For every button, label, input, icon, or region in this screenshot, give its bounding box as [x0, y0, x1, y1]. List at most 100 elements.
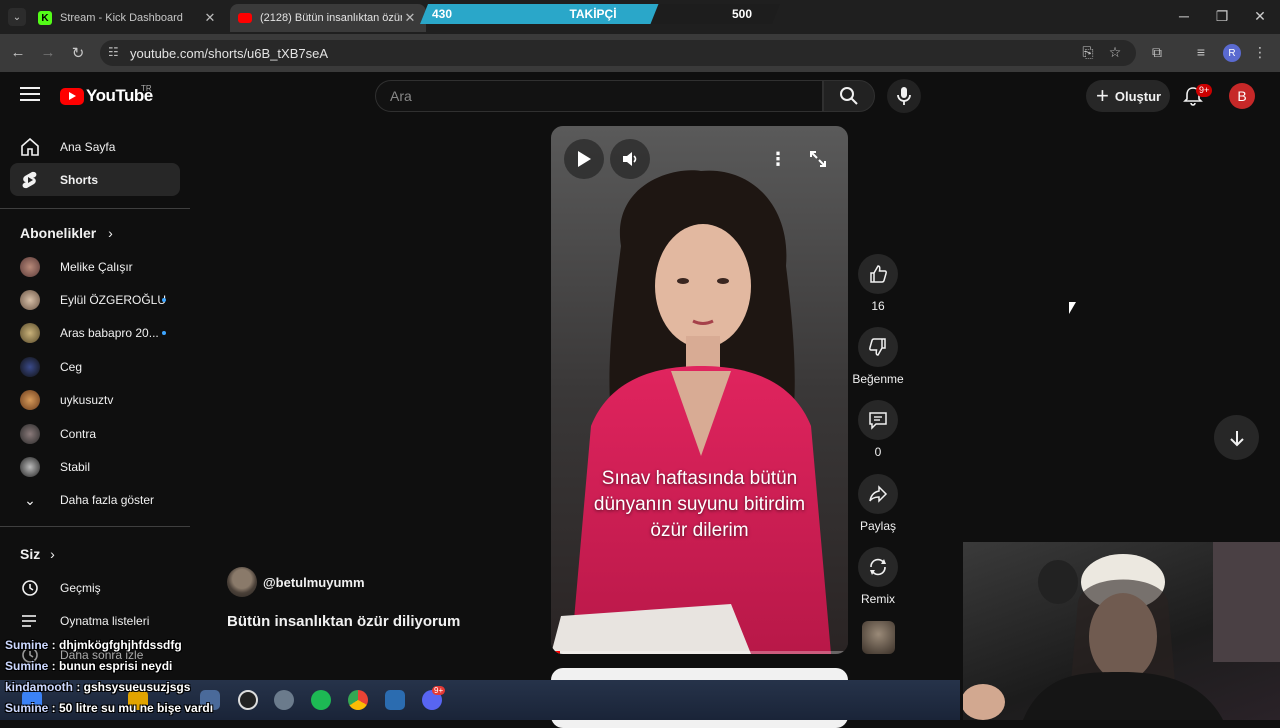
video-frame: [551, 126, 848, 654]
youtube-play-icon: [60, 87, 84, 105]
chevron-down-icon: ⌄: [24, 492, 36, 508]
bookmark-star-icon[interactable]: ☆: [1105, 44, 1125, 61]
fullscreen-icon: [810, 151, 826, 167]
sidebar-item-home[interactable]: Ana Sayfa: [10, 130, 180, 163]
sound-thumbnail[interactable]: [862, 621, 895, 654]
channel-avatar: [20, 457, 40, 477]
sidebar-divider: [0, 526, 190, 527]
microphone-icon: [897, 87, 911, 105]
sidebar-divider: [0, 208, 190, 209]
share-button[interactable]: [858, 474, 898, 514]
follower-goal-bar: 430 TAKİPÇİ 500: [420, 4, 780, 24]
more-options-button[interactable]: ⋮: [758, 139, 798, 179]
dislike-label: Beğenme: [852, 372, 904, 386]
channel-info[interactable]: @betulmuyumm: [227, 567, 365, 597]
chat-message: Sumine : dhjmkögfghjhfdssdfg: [5, 637, 435, 658]
chevron-right-icon: ›: [108, 225, 113, 241]
sidebar-item-label: Contra: [60, 426, 97, 441]
like-button[interactable]: [858, 254, 898, 294]
chat-username: Sumine: [5, 659, 49, 673]
sidebar-item-shorts[interactable]: Shorts: [10, 163, 180, 196]
youtube-logo[interactable]: YouTube: [60, 86, 153, 106]
sidebar-item-subscription[interactable]: Eylül ÖZGEROĞLU: [10, 283, 180, 316]
play-icon: [578, 151, 591, 167]
chat-text: : 50 litre su mu ne bişe vardı: [48, 701, 214, 715]
sidebar-item-history[interactable]: Geçmiş: [10, 571, 180, 604]
subscriptions-header-label: Abonelikler: [20, 225, 97, 241]
webcam-overlay: [963, 542, 1280, 720]
share-icon: [869, 485, 888, 503]
sidebar-show-more[interactable]: ⌄ Daha fazla göster: [10, 483, 180, 516]
remix-button[interactable]: [858, 547, 898, 587]
webcam-feed: [963, 542, 1280, 720]
arrow-down-icon: [1229, 430, 1244, 446]
sidebar-item-subscription[interactable]: Ceg: [10, 350, 180, 383]
dislike-button[interactable]: [858, 327, 898, 367]
back-icon[interactable]: ←: [8, 44, 28, 61]
media-control-icon[interactable]: ≡: [1191, 44, 1211, 60]
video-progress-bar[interactable]: [551, 651, 848, 654]
short-video-player[interactable]: ⋮ Sınav haftasında bütün dünyanın suyunu…: [551, 126, 848, 654]
browser-menu-icon[interactable]: ⋮: [1250, 44, 1270, 61]
chat-message: Sumine : 50 litre su mu ne bişe vardı: [5, 700, 435, 721]
extensions-icon[interactable]: ⧉: [1147, 44, 1167, 61]
youtube-icon: [238, 13, 252, 23]
forward-icon[interactable]: →: [38, 44, 58, 61]
minimize-icon[interactable]: ─: [1174, 8, 1194, 24]
sidebar-item-subscription[interactable]: uykusuztv: [10, 383, 180, 416]
chat-message: kindamooth : gshsysueusuzjsgs: [5, 679, 435, 700]
comment-count: 0: [874, 445, 882, 459]
maximize-icon[interactable]: ❐: [1212, 8, 1232, 25]
next-video-button[interactable]: [1214, 415, 1259, 460]
like-count: 16: [871, 299, 885, 313]
sidebar-item-label: Daha fazla göster: [60, 492, 155, 507]
you-header[interactable]: Siz ›: [20, 546, 55, 562]
search-input[interactable]: Ara: [375, 80, 823, 112]
account-avatar[interactable]: B: [1229, 83, 1255, 109]
playlist-icon: [22, 615, 36, 627]
goal-target: 500: [732, 7, 752, 21]
close-tab-icon[interactable]: ✕: [202, 10, 218, 26]
site-info-icon[interactable]: ☷: [108, 45, 119, 59]
channel-avatar: [20, 424, 40, 444]
sidebar-item-playlists[interactable]: Oynatma listeleri: [10, 604, 180, 637]
tab-youtube-short[interactable]: (2128) Bütün insanlıktan özür d ✕: [230, 4, 426, 32]
tab-kick-dashboard[interactable]: K Stream - Kick Dashboard ✕: [30, 4, 226, 32]
create-button[interactable]: + Oluştur: [1086, 80, 1170, 112]
video-title: Bütün insanlıktan özür diliyorum: [227, 613, 461, 630]
sidebar-item-subscription[interactable]: Stabil: [10, 450, 180, 483]
play-button[interactable]: [564, 139, 604, 179]
reload-icon[interactable]: ↻: [68, 44, 88, 62]
close-tab-icon[interactable]: ✕: [402, 10, 418, 26]
thumbs-down-icon: [869, 338, 886, 356]
chat-message: Sumine : bunun esprisi neydi: [5, 658, 435, 679]
channel-avatar: [20, 257, 40, 277]
install-app-icon[interactable]: ⎘: [1078, 44, 1098, 61]
subscriptions-header[interactable]: Abonelikler ›: [20, 225, 113, 241]
mouse-cursor-icon: [1069, 302, 1076, 314]
caption-line: özür dilerim: [650, 520, 749, 541]
browser-profile-avatar[interactable]: R: [1223, 44, 1241, 62]
mute-button[interactable]: [610, 139, 650, 179]
search-button[interactable]: [823, 80, 875, 112]
sidebar-item-label: Ana Sayfa: [60, 139, 116, 154]
thumbs-up-icon: [870, 265, 887, 283]
video-progress-fill: [551, 651, 560, 654]
shorts-icon: [22, 171, 37, 189]
region-code: TR: [141, 84, 152, 93]
sidebar-item-subscription[interactable]: Melike Çalışır: [10, 250, 180, 283]
comments-button[interactable]: [858, 400, 898, 440]
address-bar[interactable]: youtube.com/shorts/u6B_tXB7seA: [100, 40, 1136, 66]
guide-menu-icon[interactable]: [20, 87, 40, 103]
sidebar-item-subscription[interactable]: Aras babapro 20...: [10, 316, 180, 349]
tab-search-button[interactable]: ⌄: [8, 8, 26, 26]
create-label: Oluştur: [1114, 88, 1162, 104]
more-vert-icon: ⋮: [769, 148, 787, 169]
channel-avatar: [20, 390, 40, 410]
search-icon: [840, 87, 858, 105]
fullscreen-button[interactable]: [798, 139, 838, 179]
window-close-icon[interactable]: ✕: [1250, 8, 1270, 25]
share-label: Paylaş: [859, 519, 897, 533]
sidebar-item-subscription[interactable]: Contra: [10, 417, 180, 450]
voice-search-button[interactable]: [887, 79, 921, 113]
